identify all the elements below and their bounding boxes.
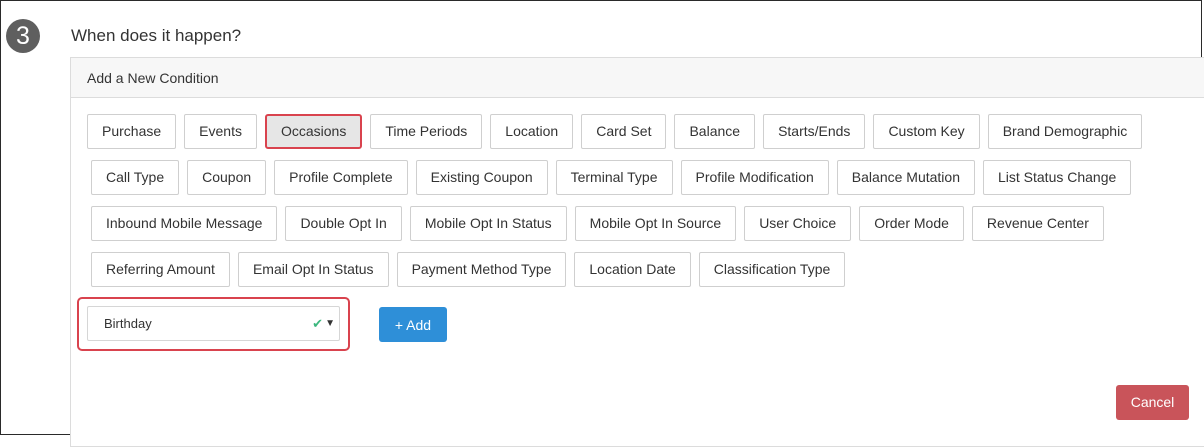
condition-type-button-occasions[interactable]: Occasions: [264, 114, 363, 149]
condition-type-button-call-type[interactable]: Call Type: [91, 160, 180, 195]
chevron-down-icon: ▼: [325, 318, 335, 329]
cancel-button[interactable]: Cancel: [1116, 385, 1189, 420]
condition-type-button-mobile-opt-in-source[interactable]: Mobile Opt In Source: [574, 206, 737, 241]
condition-type-button-list-status-change[interactable]: List Status Change: [982, 160, 1132, 195]
condition-type-button-coupon[interactable]: Coupon: [187, 160, 267, 195]
condition-row: Call Type Coupon Profile Complete Existing …: [87, 160, 1167, 195]
condition-type-button-location-date[interactable]: Location Date: [574, 252, 691, 287]
condition-type-button-profile-modification[interactable]: Profile Modification: [680, 160, 829, 195]
step-title: When does it happen?: [71, 26, 242, 45]
condition-type-button-email-opt-in-status[interactable]: Email Opt In Status: [237, 252, 389, 287]
condition-type-button-events[interactable]: Events: [184, 114, 257, 149]
condition-type-button-brand-demographic[interactable]: Brand Demographic: [987, 114, 1143, 149]
condition-type-button-card-set[interactable]: Card Set: [581, 114, 667, 149]
condition-type-button-payment-method-type[interactable]: Payment Method Type: [396, 252, 567, 287]
condition-type-button-classification-type[interactable]: Classification Type: [698, 252, 846, 287]
condition-type-button-mobile-opt-in-status[interactable]: Mobile Opt In Status: [409, 206, 567, 241]
occasion-select[interactable]: Birthday ✔ ▼: [87, 306, 340, 341]
condition-type-button-starts-ends[interactable]: Starts/Ends: [763, 114, 866, 149]
condition-type-button-user-choice[interactable]: User Choice: [744, 206, 852, 241]
condition-type-button-existing-coupon[interactable]: Existing Coupon: [415, 160, 548, 195]
condition-type-button-double-opt-in[interactable]: Double Opt In: [285, 206, 402, 241]
condition-type-button-time-periods[interactable]: Time Periods: [370, 114, 483, 149]
condition-type-button-balance[interactable]: Balance: [674, 114, 756, 149]
condition-type-list: Purchase Events Occasions Time Periods Locat…: [87, 114, 1167, 298]
condition-row: Referring Amount Email Opt In Status Payme…: [87, 252, 1167, 287]
condition-type-button-purchase[interactable]: Purchase: [87, 114, 177, 149]
condition-type-button-profile-complete[interactable]: Profile Complete: [274, 160, 408, 195]
add-condition-panel: Add a New Condition Purchase Events Occasi…: [70, 57, 1204, 447]
condition-row: Inbound Mobile Message Double Opt In Mobil…: [87, 206, 1167, 241]
condition-type-button-order-mode[interactable]: Order Mode: [859, 206, 964, 241]
condition-row: Purchase Events Occasions Time Periods Locat…: [87, 114, 1167, 149]
condition-type-button-terminal-type[interactable]: Terminal Type: [555, 160, 673, 195]
condition-type-button-revenue-center[interactable]: Revenue Center: [971, 206, 1104, 241]
add-button[interactable]: + Add: [379, 307, 447, 342]
condition-type-button-custom-key[interactable]: Custom Key: [873, 114, 980, 149]
occasion-select-value: Birthday: [104, 316, 152, 331]
condition-type-button-referring-amount[interactable]: Referring Amount: [91, 252, 230, 287]
step-number-badge: 3: [6, 19, 40, 53]
condition-type-button-location[interactable]: Location: [490, 114, 574, 149]
check-icon: ✔: [312, 316, 323, 331]
condition-type-button-balance-mutation[interactable]: Balance Mutation: [836, 160, 975, 195]
panel-header: Add a New Condition: [71, 58, 1204, 98]
condition-type-button-inbound-mobile-message[interactable]: Inbound Mobile Message: [91, 206, 278, 241]
